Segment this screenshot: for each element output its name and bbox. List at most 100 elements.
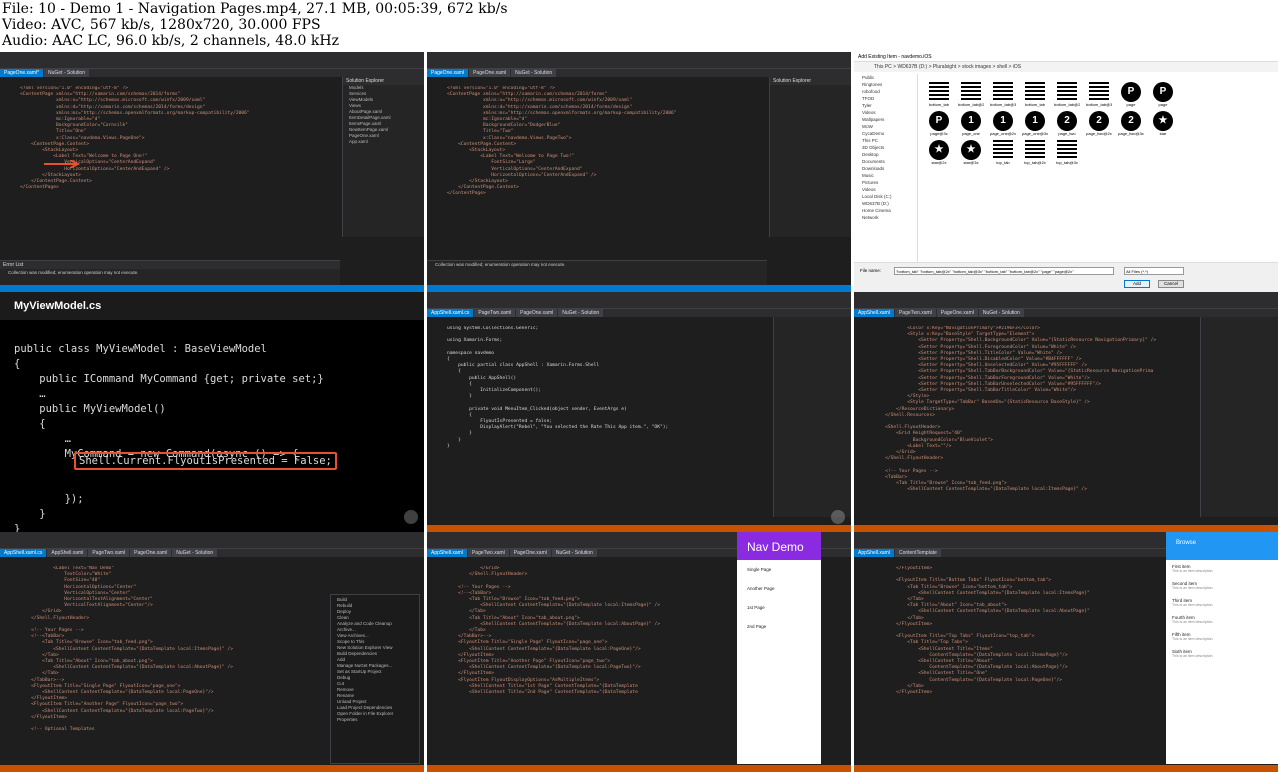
file-item[interactable]: 2 page_two@2x <box>1086 111 1112 136</box>
tab-nuget[interactable]: NuGet - Solution <box>511 69 557 77</box>
thumbnail-1[interactable]: PageOne.xaml* NuGet - Solution <?xml ver… <box>0 52 424 292</box>
tab-pageone[interactable]: PageOne.xaml* <box>0 69 44 77</box>
list-item[interactable]: Properties <box>331 717 419 723</box>
play-icon[interactable] <box>404 510 418 524</box>
file-item[interactable]: bottom_tab@3x <box>990 82 1016 107</box>
error-row[interactable]: Collection was modified; enumeration ope… <box>0 269 340 276</box>
tab-pageone[interactable]: PageOne.xaml <box>469 69 511 77</box>
editor-tab[interactable]: AppShell.xaml <box>427 549 467 557</box>
editor-tab[interactable]: AppShell.xaml <box>854 309 894 317</box>
tab-pagetwo[interactable]: PageOne.xaml <box>427 69 469 77</box>
play-icon[interactable] <box>831 510 845 524</box>
file-item[interactable]: 1 page_one@2x <box>990 111 1016 136</box>
code-editor[interactable]: using System.Collections.Generic; using … <box>427 326 771 522</box>
code-editor[interactable]: <?xml version="1.0" encoding="utf-8" ?> <… <box>0 86 340 256</box>
thumbnail-5[interactable]: AppShell.xaml.cs PageTwo.xaml PageOne.xaml… <box>427 292 851 532</box>
file-item[interactable]: top_tab <box>990 140 1016 165</box>
file-name-input[interactable]: "bottom_tab" "bottom_tab@2x" "bottom_tab… <box>894 267 1114 275</box>
code-line: Local Disk (C:) <box>862 194 892 199</box>
thumbnail-2[interactable]: PageOne.xaml PageOne.xaml NuGet - Soluti… <box>427 52 851 292</box>
add-button[interactable]: Add <box>1124 280 1150 288</box>
list-item[interactable]: Fourth item This is an item description. <box>1166 611 1278 628</box>
error-list[interactable]: Collection was modified; enumeration ope… <box>427 260 767 285</box>
editor-tab[interactable]: PageTwo.xaml <box>467 549 509 557</box>
file-item[interactable]: bottom_tab@2x <box>1054 82 1080 107</box>
editor-tab[interactable]: PageTwo.xaml <box>894 309 936 317</box>
navigation-pane[interactable]: Public Ringtones robofood TFOD Tyler Videos Wa… <box>854 74 918 262</box>
editor-tab[interactable]: AppShell.xaml.cs <box>427 309 474 317</box>
editor-tab[interactable]: AppShell.xaml <box>47 549 88 557</box>
thumbnail-4[interactable]: MyViewModel.cs public class MyViewModel … <box>0 292 424 532</box>
editor-tab[interactable]: PageOne.xaml <box>130 549 172 557</box>
code-editor[interactable]: <Label Text="Nav Demo" TextColor="White"… <box>0 566 330 762</box>
file-item[interactable]: ★ star <box>1150 111 1176 136</box>
editor-tab[interactable]: AppShell.xaml.cs <box>0 549 47 557</box>
flyout-menu[interactable]: Single Page Another Page 1st Page 2nd Page <box>737 560 821 636</box>
list-item[interactable]: 2nd Page <box>737 617 821 636</box>
address-bar[interactable]: This PC > WD637B (D:) > Pluralsight > st… <box>854 62 1278 72</box>
editor-tab[interactable]: ContentTemplate <box>894 549 941 557</box>
editor-tab[interactable]: NuGet - Solution <box>978 309 1024 317</box>
code-editor[interactable]: <Color x:Key="NavigationPrimary">#2196F3… <box>854 326 1198 522</box>
file-item[interactable]: 1 page_one <box>958 111 984 136</box>
context-menu[interactable]: Build Rebuild Deploy Clean Analyze and Code … <box>330 594 420 764</box>
file-item[interactable]: ★ star@2x <box>926 140 952 165</box>
list-item[interactable]: Fifth item This is an item description. <box>1166 628 1278 645</box>
item-list[interactable]: First item This is an item description. Se… <box>1166 560 1278 662</box>
cancel-button[interactable]: Cancel <box>1158 280 1184 288</box>
editor-tab[interactable]: AppShell.xaml <box>854 549 894 557</box>
file-item[interactable]: Ppage <box>1150 82 1176 107</box>
file-item[interactable]: 1 page_one@3x <box>1022 111 1048 136</box>
thumbnail-9[interactable]: AppShell.xaml ContentTemplate </FlyoutIte… <box>854 532 1278 772</box>
file-item[interactable]: Ppage@3x <box>926 111 952 136</box>
file-item[interactable]: bottom_tab <box>1022 82 1048 107</box>
code-editor[interactable]: <?xml version="1.0" encoding="utf-8" ?> <… <box>427 86 767 256</box>
list-item[interactable]: Single Page <box>737 560 821 579</box>
code-editor[interactable]: </Grid> </Shell.FlyoutHeader> <!-- Your … <box>427 566 737 746</box>
editor-tab[interactable]: NuGet - Solution <box>558 309 604 317</box>
error-list[interactable]: Error List Collection was modified; enum… <box>0 260 340 285</box>
editor-tab[interactable]: PageTwo.xaml <box>88 549 130 557</box>
android-emulator[interactable]: Browse First item This is an item descrip… <box>1166 532 1278 764</box>
editor-tab[interactable]: PageOne.xaml <box>936 309 978 317</box>
code-line: </ContentPage> <box>447 191 486 197</box>
solution-explorer[interactable]: Solution Explorer Models Services ViewMode… <box>342 77 424 237</box>
editor-tab[interactable]: PageTwo.xaml <box>474 309 516 317</box>
file-item[interactable]: 2 page_two@3x <box>1118 111 1144 136</box>
code-editor[interactable]: </FlyoutItem> <FlyoutItem Title="Bottom … <box>854 566 1164 746</box>
list-item[interactable]: App.xaml <box>343 139 424 145</box>
list-item[interactable]: Sixth item This is an item description. <box>1166 645 1278 662</box>
editor-tab[interactable]: PageOne.xaml <box>516 309 558 317</box>
code-block: <?xml version="1.0" encoding="utf-8" ?> <… <box>427 86 767 198</box>
solution-explorer[interactable] <box>773 317 851 517</box>
file-item[interactable]: top_tab@2x <box>1022 140 1048 165</box>
file-item[interactable]: ★ star@3x <box>958 140 984 165</box>
list-item[interactable]: First item This is an item description. <box>1166 560 1278 577</box>
file-item[interactable]: 2 page_two <box>1054 111 1080 136</box>
list-item[interactable]: Another Page <box>737 579 821 598</box>
solution-explorer[interactable] <box>1200 317 1278 517</box>
editor-tab[interactable]: PageOne.xaml <box>509 549 551 557</box>
error-row[interactable]: Collection was modified; enumeration ope… <box>427 261 767 268</box>
thumbnail-7[interactable]: AppShell.xaml.cs AppShell.xaml PageTwo.xam… <box>0 532 424 772</box>
solution-explorer[interactable]: Solution Explorer <box>769 77 851 237</box>
thumbnail-8[interactable]: AppShell.xaml PageTwo.xaml PageOne.xaml NuG… <box>427 532 851 772</box>
file-type-select[interactable]: All Files (*.*) <box>1124 267 1184 275</box>
list-item[interactable]: Second item This is an item description. <box>1166 577 1278 594</box>
android-emulator[interactable]: Nav Demo Single Page Another Page 1st Page… <box>737 532 821 764</box>
editor-tab[interactable]: NuGet - Solution <box>551 549 597 557</box>
editor-tab[interactable]: NuGet - Solution <box>172 549 218 557</box>
file-item[interactable]: bottom_tab <box>926 82 952 107</box>
file-item[interactable]: top_tab@3x <box>1054 140 1080 165</box>
file-item[interactable]: bottom_tab@3x <box>1086 82 1112 107</box>
tab-nuget[interactable]: NuGet - Solution <box>44 69 89 77</box>
file-item[interactable]: bottom_tab@2x <box>958 82 984 107</box>
solution-explorer-title: Solution Explorer <box>770 77 851 85</box>
thumbnail-3[interactable]: Add Existing Item - navdemo.iOS This PC … <box>854 52 1278 292</box>
list-item[interactable]: 1st Page <box>737 598 821 617</box>
list-item[interactable]: Third item This is an item description. <box>1166 594 1278 611</box>
add-existing-item-dialog[interactable]: Add Existing Item - navdemo.iOS This PC … <box>854 52 1278 292</box>
file-grid[interactable]: bottom_tab bottom_tab@2x bottom_tab@3x bott… <box>920 76 1208 258</box>
thumbnail-6[interactable]: AppShell.xaml PageTwo.xaml PageOne.xaml NuG… <box>854 292 1278 532</box>
file-item[interactable]: Ppage <box>1118 82 1144 107</box>
